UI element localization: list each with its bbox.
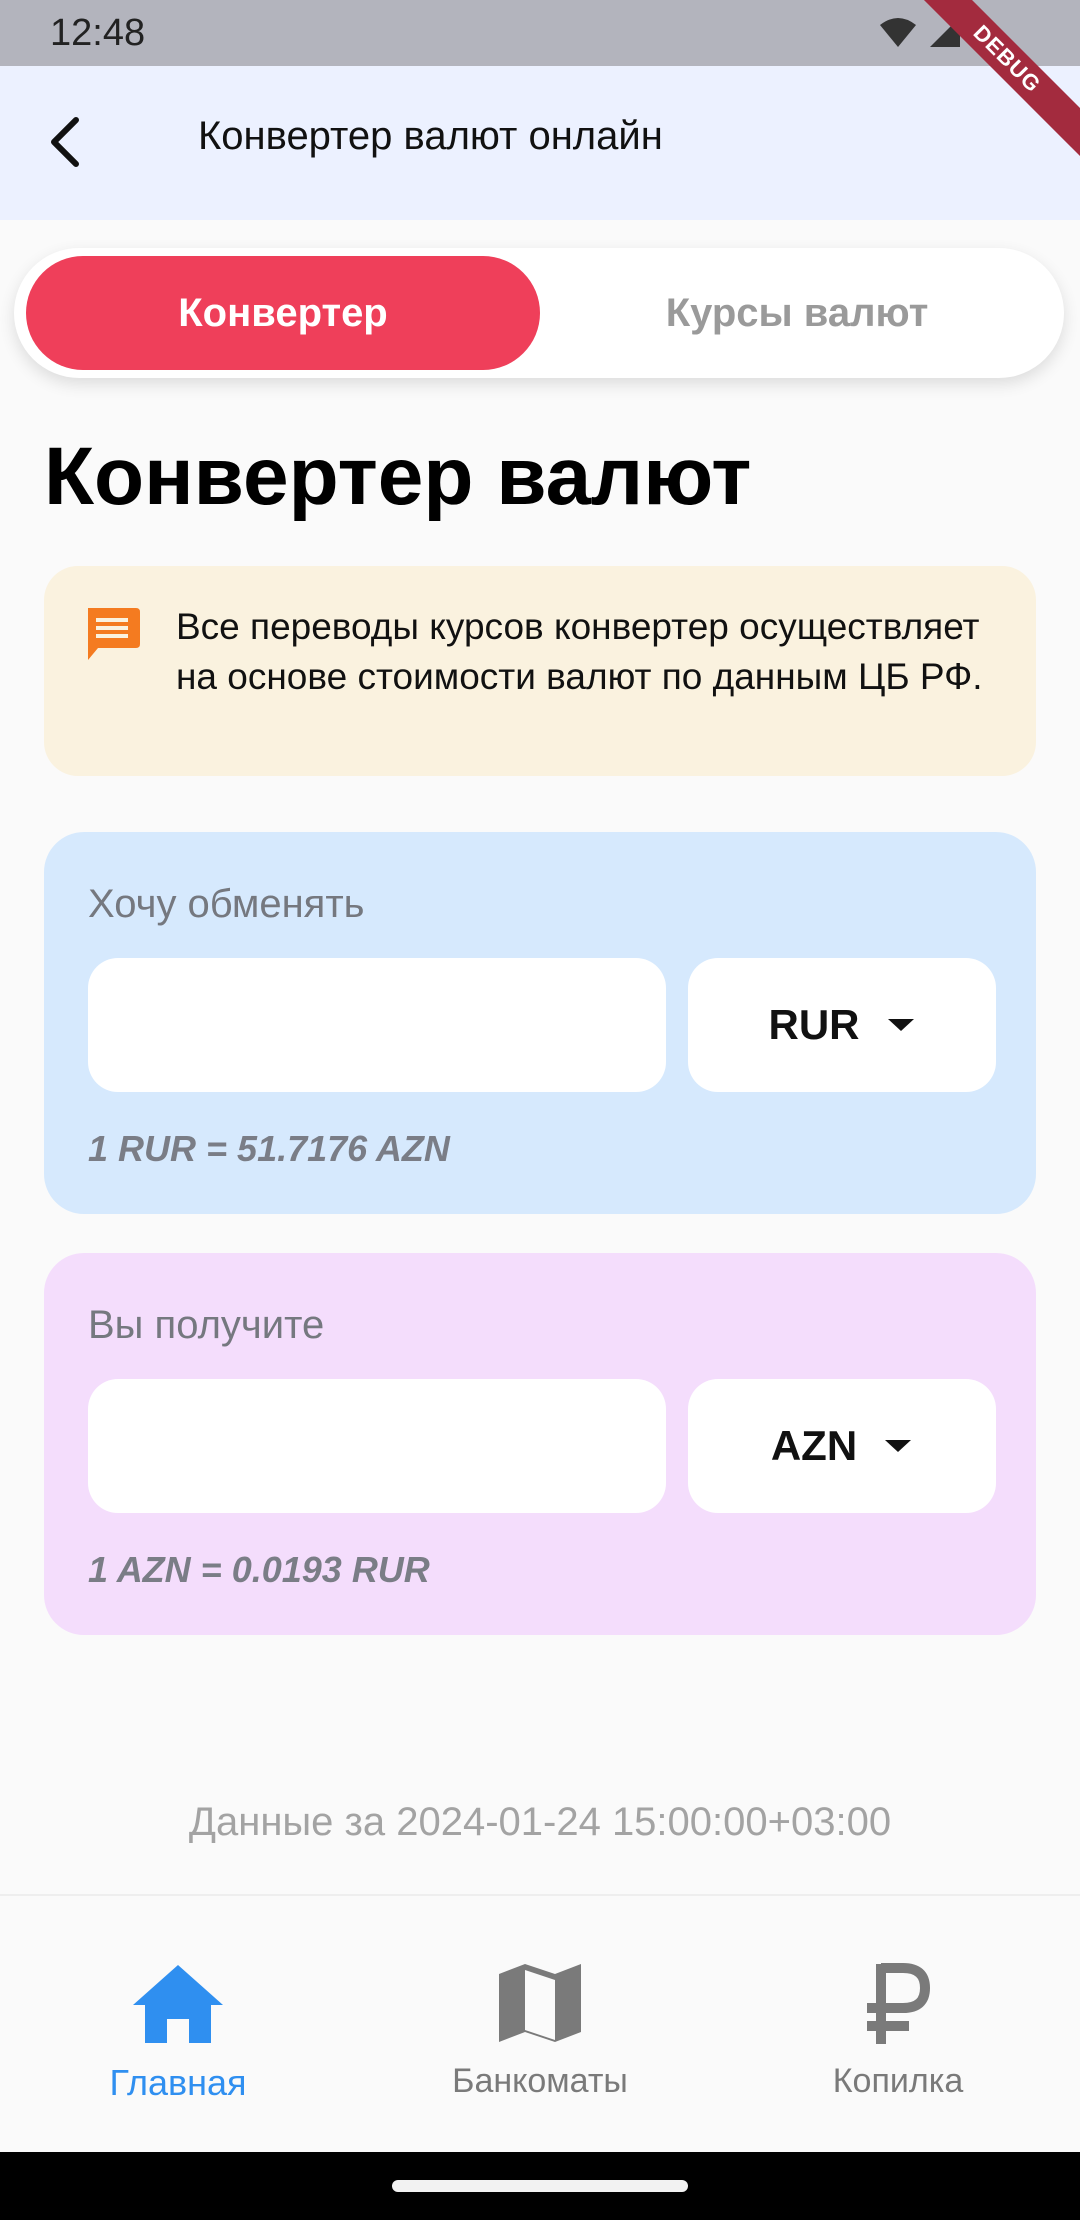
exchange-from-card: Хочу обменять RUR 1 RUR = 51.7176 AZN [44,832,1036,1214]
nav-label-home: Главная [109,2062,247,2103]
exchange-to-currency-select[interactable]: AZN [688,1379,996,1513]
nav-item-home[interactable]: Главная [28,1896,328,2154]
info-notice: Все переводы курсов конвертер осуществля… [44,566,1036,776]
exchange-from-rate: 1 RUR = 51.7176 AZN [88,1128,450,1169]
nav-label-savings: Копилка [832,2062,964,2100]
tab-converter[interactable]: Конвертер [26,256,540,370]
data-timestamp: Данные за 2024-01-24 15:00:00+03:00 [188,1800,892,1844]
message-icon [82,604,142,669]
status-time: 12:48 [50,12,146,54]
exchange-from-currency-value: RUR [768,1001,860,1048]
nav-label-atms: Банкоматы [452,2062,628,2100]
exchange-to-amount-input[interactable] [88,1379,666,1513]
exchange-to-currency-value: AZN [770,1422,858,1469]
app-title: Конвертер валют онлайн [198,114,663,158]
tab-exchange-rates[interactable]: Курсы валют [540,256,1054,370]
exchange-from-currency-select[interactable]: RUR [688,958,996,1092]
map-icon [497,1958,583,2048]
back-button[interactable] [30,106,102,178]
dropdown-arrow-icon [885,1440,912,1452]
tab-switcher: Конвертер Курсы валют [14,248,1064,378]
nav-item-atms[interactable]: Банкоматы [390,1896,690,2154]
exchange-to-rate: 1 AZN = 0.0193 RUR [88,1549,430,1590]
page-title: Конвертер валют [44,431,752,522]
dropdown-arrow-icon [887,1019,914,1031]
system-navigation-bar [0,2152,1080,2220]
debug-banner: DEBUG [910,0,1080,170]
debug-label: DEBUG [910,0,1080,160]
exchange-to-card: Вы получите AZN 1 AZN = 0.0193 RUR [44,1253,1036,1635]
exchange-from-label: Хочу обменять [88,882,365,926]
nav-item-savings[interactable]: Копилка [748,1896,1048,2154]
exchange-to-label: Вы получите [88,1303,325,1347]
home-icon [131,1958,225,2048]
info-text: Все переводы курсов конвертер осуществля… [176,606,983,697]
back-arrow-icon [51,117,79,167]
bottom-navigation: Главная Банкоматы Копилка [0,1894,1080,2152]
exchange-from-amount-input[interactable] [88,958,666,1092]
ruble-icon [863,1958,933,2048]
home-gesture-handle[interactable] [392,2180,688,2192]
